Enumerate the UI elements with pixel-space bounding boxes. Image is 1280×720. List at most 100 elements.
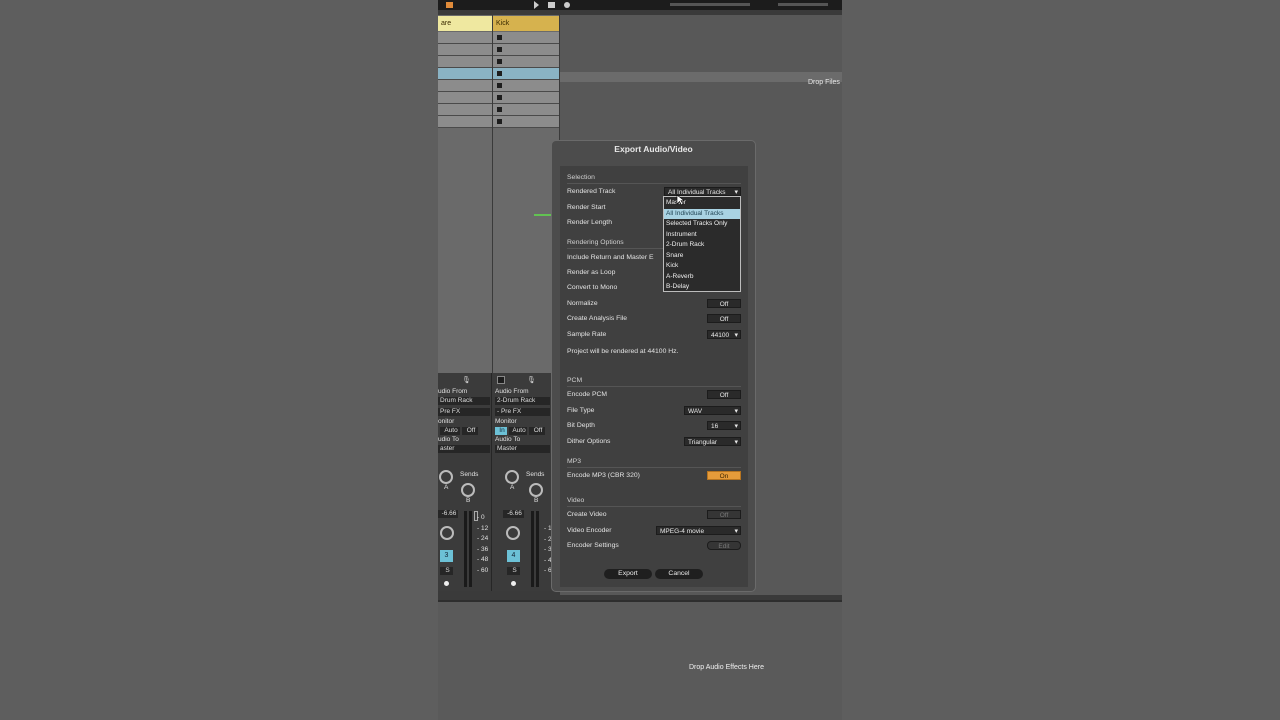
clip-slot[interactable]: [438, 92, 492, 104]
send-knob-a[interactable]: [439, 470, 453, 484]
volume-display[interactable]: -6.66: [503, 510, 524, 518]
stop-icon[interactable]: [548, 2, 555, 8]
clip-stop-icon[interactable]: [497, 71, 502, 76]
clip-slot[interactable]: [438, 80, 492, 92]
send-knob-b[interactable]: [461, 483, 475, 497]
monitor-off-button[interactable]: Off: [462, 427, 478, 435]
clip-slot[interactable]: [493, 116, 559, 128]
position-display[interactable]: [670, 3, 750, 6]
create-video-label: Create Video: [567, 511, 607, 518]
level-meter: [469, 511, 472, 587]
track-header-kick[interactable]: Kick: [493, 16, 559, 31]
clip-slot[interactable]: [493, 104, 559, 116]
bit-depth-select[interactable]: 16: [707, 421, 741, 431]
clip-stop-icon[interactable]: [497, 107, 502, 112]
sample-rate-select[interactable]: 44100: [707, 330, 741, 340]
clip-slot[interactable]: [493, 92, 559, 104]
rendering-options-heading: Rendering Options: [567, 239, 624, 246]
clip-stop-icon[interactable]: [497, 47, 502, 52]
transport-indicator[interactable]: [446, 2, 453, 8]
send-knob-a[interactable]: [505, 470, 519, 484]
volume-display[interactable]: -6.66: [438, 510, 458, 518]
include-return-label: Include Return and Master E: [567, 254, 654, 261]
clip-slot[interactable]: [438, 116, 492, 128]
solo-button[interactable]: S: [440, 567, 453, 575]
stop-button-icon[interactable]: [497, 376, 505, 384]
dropdown-option-a-reverb[interactable]: A-Reverb: [664, 272, 740, 282]
mouse-cursor-icon: [676, 194, 684, 206]
clip-slot[interactable]: [438, 32, 492, 44]
create-video-toggle[interactable]: Off: [707, 510, 741, 519]
monitor-auto-button[interactable]: Auto: [509, 427, 527, 435]
video-encoder-select[interactable]: MPEG-4 movie: [656, 526, 741, 536]
clip-column-left: are: [438, 15, 492, 373]
dropdown-option-instrument[interactable]: Instrument: [664, 230, 740, 240]
cancel-button[interactable]: Cancel: [655, 569, 703, 579]
play-icon[interactable]: [534, 1, 539, 9]
audio-from-select[interactable]: Drum Rack: [438, 397, 490, 405]
pre-fx-select[interactable]: - Pre FX: [495, 408, 550, 416]
pan-knob[interactable]: [440, 526, 454, 540]
mic-icon[interactable]: 🎙: [527, 376, 536, 384]
render-start-label: Render Start: [567, 204, 606, 211]
encode-mp3-toggle[interactable]: On: [707, 471, 741, 480]
clip-slot[interactable]: [438, 104, 492, 116]
create-analysis-toggle[interactable]: Off: [707, 314, 741, 323]
audio-to-select[interactable]: Master: [495, 445, 550, 453]
audio-to-select[interactable]: aster: [438, 445, 490, 453]
dropdown-option-2-drum-rack[interactable]: 2-Drum Rack: [664, 240, 740, 250]
track-activator[interactable]: 3: [440, 550, 453, 562]
pan-knob[interactable]: [506, 526, 520, 540]
level-meter: [464, 511, 467, 587]
pcm-heading: PCM: [567, 377, 583, 384]
level-meter: [536, 511, 539, 587]
dither-options-select[interactable]: Triangular: [684, 437, 741, 447]
clip-slot[interactable]: [493, 56, 559, 68]
clip-stop-icon[interactable]: [497, 83, 502, 88]
device-view[interactable]: [438, 600, 842, 720]
pre-fx-select[interactable]: Pre FX: [438, 408, 490, 416]
render-length-label: Render Length: [567, 219, 612, 226]
monitor-auto-button[interactable]: Auto: [440, 427, 460, 435]
arm-icon[interactable]: [444, 581, 449, 586]
arm-icon[interactable]: [511, 581, 516, 586]
clip-slot[interactable]: [493, 80, 559, 92]
track-header-left[interactable]: are: [438, 16, 492, 31]
dropdown-option-kick[interactable]: Kick: [664, 261, 740, 271]
clip-stop-icon[interactable]: [497, 59, 502, 64]
clip-stop-icon[interactable]: [497, 119, 502, 124]
export-button[interactable]: Export: [604, 569, 652, 579]
clip-slot[interactable]: [493, 32, 559, 44]
solo-button[interactable]: S: [507, 567, 520, 575]
clip-slot[interactable]: [493, 44, 559, 56]
sends-label: Sends: [460, 471, 479, 478]
track-activator[interactable]: 4: [507, 550, 520, 562]
rendered-track-label: Rendered Track: [567, 188, 616, 195]
encode-mp3-label: Encode MP3 (CBR 320): [567, 472, 640, 479]
right-letterbox: [842, 0, 1280, 720]
send-knob-b[interactable]: [529, 483, 543, 497]
encoder-settings-edit-button[interactable]: Edit: [707, 541, 741, 550]
loop-display[interactable]: [778, 3, 828, 6]
dropdown-option-b-delay[interactable]: B-Delay: [664, 282, 740, 292]
clip-slot[interactable]: [438, 56, 492, 68]
dropdown-option-selected-tracks-only[interactable]: Selected Tracks Only: [664, 219, 740, 229]
monitor-off-button[interactable]: Off: [529, 427, 545, 435]
audio-to-label: Audio To: [495, 436, 521, 443]
clip-slot-selected[interactable]: [493, 68, 559, 80]
render-as-loop-label: Render as Loop: [567, 269, 616, 276]
record-icon[interactable]: [564, 2, 570, 8]
mic-icon[interactable]: 🎙: [462, 376, 471, 384]
audio-to-label: udio To: [438, 436, 459, 443]
clip-slot[interactable]: [438, 68, 492, 80]
monitor-in-button[interactable]: In: [495, 427, 507, 435]
normalize-toggle[interactable]: Off: [707, 299, 741, 308]
clip-stop-icon[interactable]: [497, 35, 502, 40]
encode-pcm-toggle[interactable]: Off: [707, 390, 741, 399]
clip-stop-icon[interactable]: [497, 95, 502, 100]
dropdown-option-all-individual-tracks[interactable]: All Individual Tracks: [664, 209, 740, 219]
clip-slot[interactable]: [438, 44, 492, 56]
file-type-select[interactable]: WAV: [684, 406, 741, 416]
audio-from-select[interactable]: 2-Drum Rack: [495, 397, 550, 405]
dropdown-option-snare[interactable]: Snare: [664, 251, 740, 261]
